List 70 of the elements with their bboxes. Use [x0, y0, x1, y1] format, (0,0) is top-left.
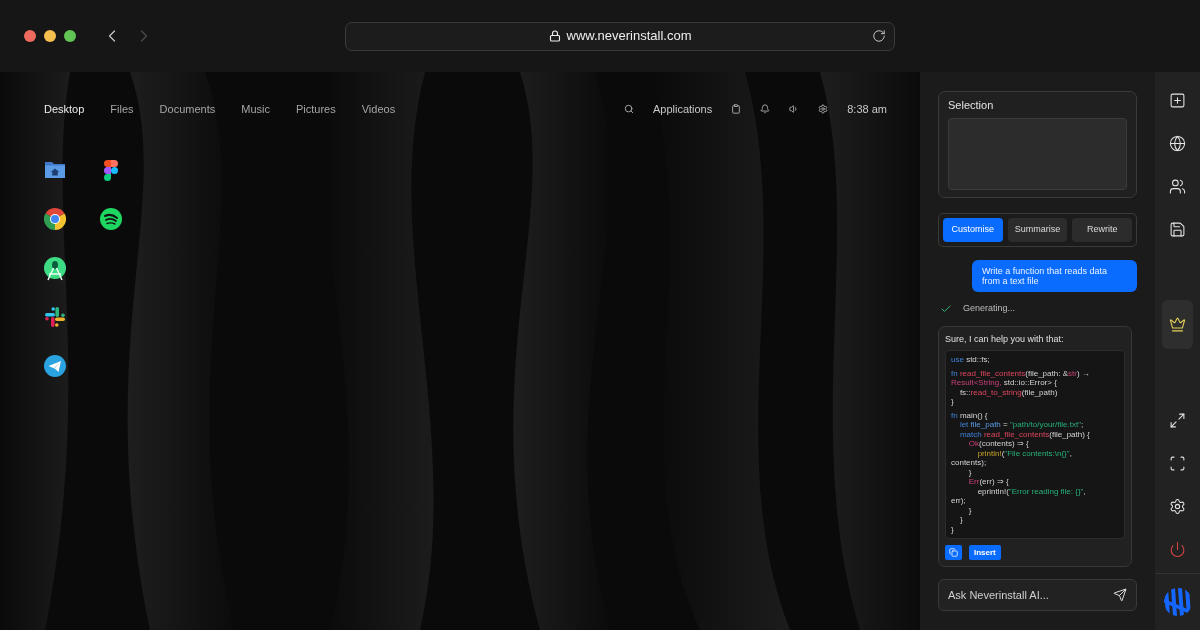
address-bar[interactable]: www.neverinstall.com	[345, 21, 895, 51]
globe-icon	[1169, 134, 1186, 152]
mode-tab[interactable]: Customise	[943, 218, 1003, 242]
applications-menu[interactable]: Applications	[652, 100, 713, 118]
crown-icon	[1169, 316, 1186, 333]
copy-icon	[949, 548, 958, 557]
home-folder-icon[interactable]	[44, 161, 66, 179]
pinwheel-icon[interactable]	[44, 306, 66, 328]
code-line: eprintln!("Error reading file: {}",	[976, 486, 1086, 496]
menu-tab[interactable]: Pictures	[295, 100, 336, 118]
code-line: }	[958, 515, 963, 525]
paper-plane-icon[interactable]	[44, 355, 66, 377]
lock-icon	[548, 30, 561, 42]
minimize-window-button[interactable]	[44, 30, 56, 42]
code-line: use std::fs;	[951, 355, 990, 365]
zoom-window-button[interactable]	[64, 30, 76, 42]
bell-icon[interactable]	[760, 104, 771, 114]
code-line: contents);	[951, 458, 987, 468]
generating-status: Generating...	[963, 302, 1016, 316]
expand-arrows-icon	[1169, 411, 1186, 429]
code-line: err);	[951, 496, 966, 506]
code-line: fn main() {	[951, 410, 988, 420]
code-line: let file_path = "path/to/your/file.txt";	[958, 420, 1084, 430]
stacked-shapes-icon[interactable]	[104, 160, 118, 181]
mode-tab[interactable]: Summarise	[1007, 218, 1068, 242]
ask-input[interactable]: Ask Neverinstall AI...	[938, 579, 1137, 611]
code-line: Result<String, std::io::Error> {	[951, 378, 1057, 388]
power-icon	[1169, 540, 1186, 558]
code-line: }	[967, 505, 972, 515]
insert-button[interactable]: Insert	[969, 545, 1001, 560]
striped-circle-logo	[1163, 588, 1192, 616]
menu-tab[interactable]: Files	[110, 100, 134, 118]
settings-icon[interactable]	[818, 104, 829, 114]
close-window-button[interactable]	[24, 30, 36, 42]
compass-icon[interactable]	[44, 257, 66, 281]
clipboard-icon[interactable]	[731, 104, 742, 114]
sound-waves-icon[interactable]	[100, 208, 122, 230]
code-line: }	[967, 467, 972, 477]
menu-tab[interactable]: Videos	[361, 100, 396, 118]
save-icon	[1169, 220, 1186, 238]
speaker-icon[interactable]	[789, 104, 800, 114]
reload-icon[interactable]	[872, 29, 886, 43]
menu-tab[interactable]: Desktop	[44, 100, 85, 118]
code-line: }	[951, 397, 954, 407]
code-line: fs::read_to_string(file_path)	[958, 387, 1058, 397]
prompt-bubble: Write a function that reads data from a text file	[972, 260, 1137, 292]
selection-field[interactable]	[948, 118, 1127, 190]
menu-tab[interactable]: Documents	[159, 100, 216, 118]
users-icon	[1169, 177, 1186, 195]
copy-button[interactable]	[945, 545, 962, 560]
mode-tab[interactable]: Rewrite	[1072, 218, 1132, 242]
search-icon[interactable]	[623, 104, 634, 114]
code-line: fn read_file_contents(file_path: &str) →	[951, 368, 1090, 378]
settings-icon	[1169, 497, 1186, 515]
send-icon[interactable]	[1113, 588, 1127, 602]
check-icon	[940, 303, 952, 315]
code-line: Err(err) ⇒ {	[967, 477, 1009, 487]
clock-time: 8:38 am	[847, 101, 887, 117]
url-text: www.neverinstall.com	[566, 27, 692, 46]
fullscreen-icon	[1169, 454, 1186, 472]
code-line: println!("File contents:\n{}",	[976, 448, 1072, 458]
menu-tab[interactable]: Music	[241, 100, 270, 118]
code-line: Ok(contents) ⇒ {	[967, 439, 1029, 449]
reply-intro: Sure, I can help you with that:	[945, 333, 1065, 345]
plus-square-icon	[1169, 91, 1186, 109]
crown-button[interactable]	[1162, 300, 1193, 349]
code-line: }	[951, 524, 954, 534]
selection-title: Selection	[948, 98, 995, 112]
code-line: match read_file_contents(file_path) {	[958, 429, 1090, 439]
color-wheel-icon[interactable]	[44, 208, 66, 230]
